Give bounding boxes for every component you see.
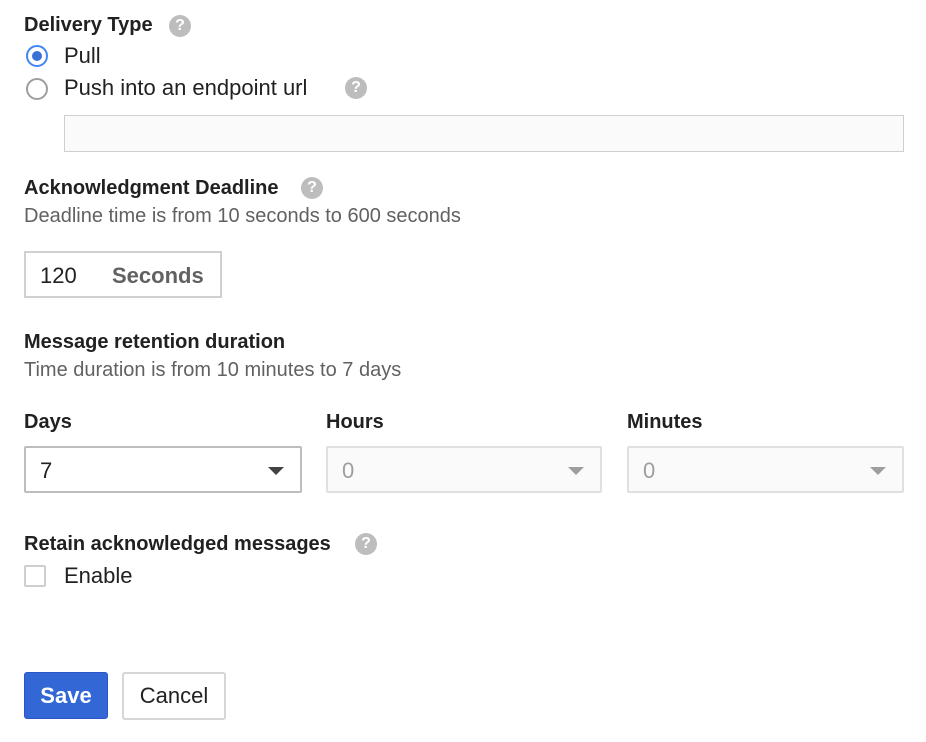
radio-pull[interactable] [26, 45, 48, 67]
delivery-type-help-icon[interactable]: ? [169, 15, 191, 37]
days-select[interactable]: 7 [24, 446, 302, 493]
retain-acked-heading: Retain acknowledged messages [24, 533, 331, 555]
hours-label: Hours [326, 411, 384, 433]
retain-acked-help-icon[interactable]: ? [355, 533, 377, 555]
chevron-down-icon [870, 467, 886, 475]
radio-push-label[interactable]: Push into an endpoint url [64, 75, 307, 101]
ack-deadline-heading: Acknowledgment Deadline [24, 177, 279, 199]
retention-hint: Time duration is from 10 minutes to 7 da… [24, 359, 402, 381]
ack-deadline-help-icon[interactable]: ? [301, 177, 323, 199]
hours-select-value: 0 [342, 458, 355, 483]
radio-pull-label[interactable]: Pull [64, 43, 101, 69]
retain-acked-checkbox[interactable] [24, 565, 46, 587]
hours-select[interactable]: 0 [326, 446, 602, 493]
ack-deadline-hint: Deadline time is from 10 seconds to 600 … [24, 205, 461, 227]
minutes-select-value: 0 [643, 458, 656, 483]
minutes-label: Minutes [627, 411, 703, 433]
push-help-icon[interactable]: ? [345, 77, 367, 99]
ack-deadline-unit: Seconds [112, 263, 204, 288]
delivery-type-heading: Delivery Type [24, 14, 153, 36]
chevron-down-icon [568, 467, 584, 475]
radio-push[interactable] [26, 78, 48, 100]
save-button[interactable]: Save [24, 672, 108, 719]
chevron-down-icon [268, 467, 284, 475]
endpoint-url-input[interactable] [64, 115, 904, 152]
days-label: Days [24, 411, 72, 433]
minutes-select[interactable]: 0 [627, 446, 904, 493]
ack-deadline-value[interactable]: 120 [40, 263, 77, 289]
ack-deadline-field[interactable]: 120 Seconds [24, 251, 222, 298]
cancel-button[interactable]: Cancel [122, 672, 226, 720]
retention-heading: Message retention duration [24, 331, 286, 353]
retain-acked-checkbox-label[interactable]: Enable [64, 563, 133, 589]
days-select-value: 7 [40, 458, 53, 483]
